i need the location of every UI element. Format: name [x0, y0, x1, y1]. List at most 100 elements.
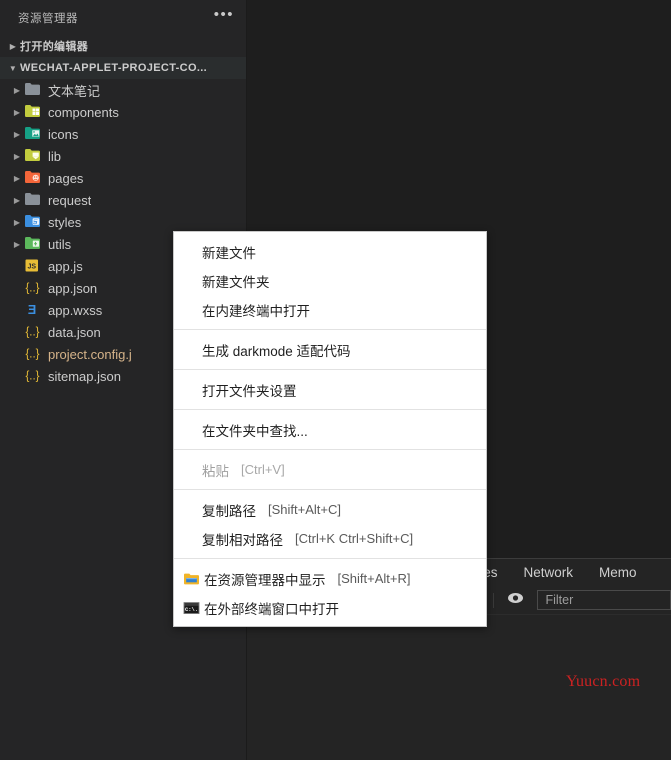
menu-item-shortcut: [Shift+Alt+C]	[268, 502, 341, 517]
tree-item-label: lib	[48, 148, 62, 164]
menu-separator	[174, 489, 486, 490]
menu-item-reveal-in-explorer[interactable]: 在资源管理器中显示 [Shift+Alt+R]	[174, 564, 486, 593]
menu-separator	[174, 369, 486, 370]
menu-separator	[174, 558, 486, 559]
context-menu: 新建文件 新建文件夹 在内建终端中打开 生成 darkmode 适配代码 打开文…	[173, 231, 487, 627]
menu-item-new-file[interactable]: 新建文件	[174, 237, 486, 266]
sidebar-section-label: WECHAT-APPLET-PROJECT-CO...	[20, 62, 208, 74]
js-file-icon: JS	[24, 258, 42, 274]
tree-item-label: components	[48, 104, 119, 120]
tree-item-label: utils	[48, 236, 72, 252]
menu-item-label: 粘贴	[202, 463, 229, 479]
menu-item-new-folder[interactable]: 新建文件夹	[174, 266, 486, 295]
ellipsis-icon[interactable]: •••	[214, 7, 234, 26]
filter-input[interactable]: Filter	[537, 590, 671, 610]
app-window: 资源管理器 ••• ▶ 打开的编辑器 ▼ WECHAT-APPLET-PROJE…	[0, 0, 671, 760]
sidebar-section-project-root[interactable]: ▼ WECHAT-APPLET-PROJECT-CO...	[0, 57, 246, 79]
menu-separator	[174, 409, 486, 410]
folder-components-icon	[24, 104, 42, 120]
watermark: Yuucn.com	[566, 673, 641, 690]
menu-item-label: 在文件夹中查找...	[202, 423, 308, 439]
menu-item-shortcut: [Shift+Alt+R]	[337, 571, 411, 586]
tree-item-label: sitemap.json	[48, 368, 121, 384]
menu-item-label: 在内建终端中打开	[202, 303, 310, 319]
folder-grey-icon	[24, 192, 42, 208]
chevron-right-icon: ▶	[13, 85, 21, 95]
toolbar-divider	[492, 592, 494, 608]
menu-item-generate-darkmode-code[interactable]: 生成 darkmode 适配代码	[174, 335, 486, 364]
menu-item-label: 新建文件	[202, 245, 256, 261]
tree-item-label: data.json	[48, 324, 101, 340]
tree-item-label: request	[48, 192, 92, 208]
menu-item-label: 打开文件夹设置	[202, 383, 297, 399]
windows-folder-icon	[180, 572, 202, 586]
json-file-icon: {..}	[24, 324, 42, 340]
menu-item-shortcut: [Ctrl+K Ctrl+Shift+C]	[295, 531, 414, 546]
json-file-icon: {..}	[24, 368, 42, 384]
tree-item-label: project.config.j	[48, 346, 132, 362]
chevron-right-icon: ▶	[13, 129, 21, 139]
menu-item-open-in-integrated-terminal[interactable]: 在内建终端中打开	[174, 295, 486, 324]
menu-separator	[174, 449, 486, 450]
json-file-icon: {..}	[24, 346, 42, 362]
folder-images-icon	[24, 126, 42, 142]
tree-item-label: icons	[48, 126, 79, 142]
svg-text:{..}: {..}	[25, 283, 39, 295]
menu-separator	[174, 329, 486, 330]
tree-item-folder[interactable]: ▶ 文本笔记	[0, 79, 246, 101]
tree-item-folder[interactable]: ▶ lib	[0, 145, 246, 167]
tree-item-label: pages	[48, 170, 84, 186]
menu-item-label: 在资源管理器中显示	[204, 572, 326, 588]
page-title: 资源管理器	[18, 12, 78, 25]
chevron-right-icon: ▶	[13, 217, 21, 227]
sidebar-section-label: 打开的编辑器	[20, 41, 89, 53]
menu-item-label: 复制相对路径	[202, 532, 283, 548]
menu-item-paste: 粘贴 [Ctrl+V]	[174, 455, 486, 484]
folder-lib-icon	[24, 148, 42, 164]
svg-text:Ǝ: Ǝ	[28, 303, 36, 317]
svg-text:{..}: {..}	[25, 327, 39, 339]
cmd-console-icon: C:\.	[180, 601, 202, 615]
menu-item-find-in-folder[interactable]: 在文件夹中查找...	[174, 415, 486, 444]
eye-icon[interactable]	[507, 591, 524, 609]
chevron-right-icon: ▶	[13, 173, 21, 183]
menu-item-copy-path[interactable]: 复制路径 [Shift+Alt+C]	[174, 495, 486, 524]
tree-item-folder[interactable]: ▶ pages	[0, 167, 246, 189]
menu-item-open-in-external-terminal[interactable]: C:\. 在外部终端窗口中打开	[174, 593, 486, 622]
svg-text:{..}: {..}	[25, 349, 39, 361]
wxss-file-icon: Ǝ	[24, 302, 42, 318]
menu-item-copy-relative-path[interactable]: 复制相对路径 [Ctrl+K Ctrl+Shift+C]	[174, 524, 486, 553]
folder-grey-icon	[24, 82, 42, 98]
chevron-right-icon: ▶	[13, 107, 21, 117]
sidebar-section-open-editors[interactable]: ▶ 打开的编辑器	[0, 35, 246, 57]
menu-item-label: 生成 darkmode 适配代码	[202, 343, 351, 359]
tab-memory[interactable]: Memo	[599, 565, 637, 580]
menu-item-label: 复制路径	[202, 503, 256, 519]
menu-item-label: 新建文件夹	[202, 274, 270, 290]
tree-item-label: styles	[48, 214, 82, 230]
explorer-header: 资源管理器 •••	[0, 0, 246, 35]
menu-item-label: 在外部终端窗口中打开	[204, 601, 339, 617]
svg-text:C:\.: C:\.	[185, 607, 198, 613]
folder-utils-icon	[24, 236, 42, 252]
tab-network[interactable]: Network	[524, 565, 574, 580]
chevron-right-icon: ▶	[13, 151, 21, 161]
tree-item-label: app.wxss	[48, 302, 103, 318]
chevron-right-icon: ▶	[9, 41, 17, 51]
tree-item-folder[interactable]: ▶ request	[0, 189, 246, 211]
tree-item-label: app.js	[48, 258, 83, 274]
svg-text:{..}: {..}	[25, 371, 39, 383]
folder-css-icon	[24, 214, 42, 230]
tree-item-folder[interactable]: ▶ icons	[0, 123, 246, 145]
menu-item-shortcut: [Ctrl+V]	[241, 462, 285, 477]
folder-pages-icon	[24, 170, 42, 186]
tree-item-label: app.json	[48, 280, 98, 296]
chevron-right-icon: ▶	[13, 239, 21, 249]
tree-item-folder[interactable]: ▶ components	[0, 101, 246, 123]
tree-item-label: 文本笔记	[48, 83, 101, 99]
chevron-down-icon: ▼	[8, 63, 18, 73]
chevron-right-icon: ▶	[13, 195, 21, 205]
menu-item-open-folder-settings[interactable]: 打开文件夹设置	[174, 375, 486, 404]
json-file-icon: {..}	[24, 280, 42, 296]
tree-item-folder[interactable]: ▶ styles	[0, 211, 246, 233]
